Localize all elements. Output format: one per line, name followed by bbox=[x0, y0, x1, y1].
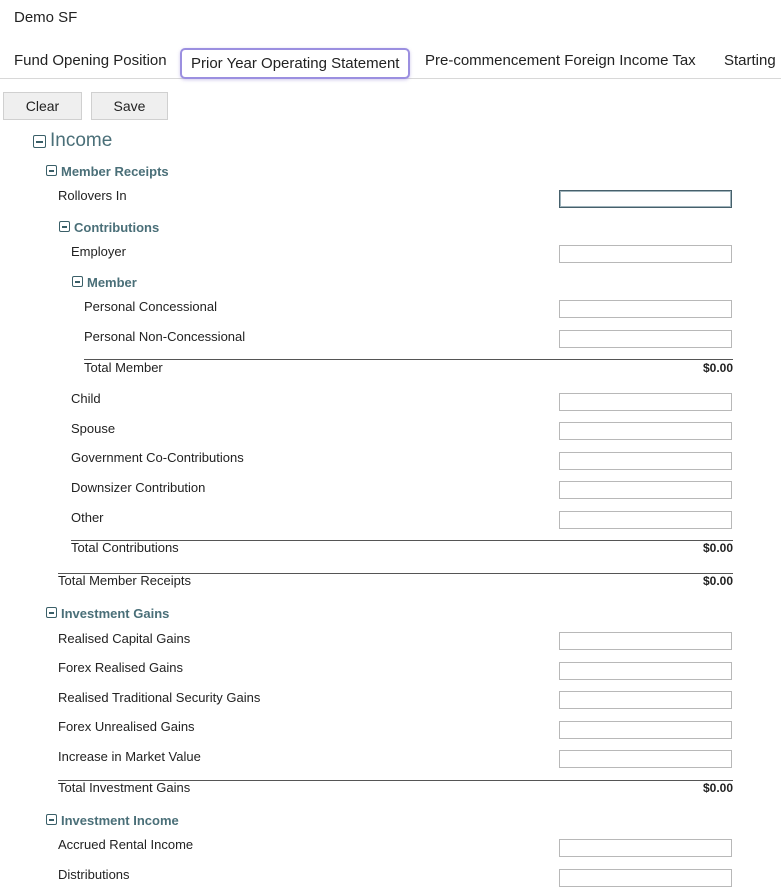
clear-button[interactable]: Clear bbox=[3, 92, 82, 120]
other-input[interactable] bbox=[559, 511, 732, 529]
accrued-rental-income-input[interactable] bbox=[559, 839, 732, 857]
realised-capital-gains-label: Realised Capital Gains bbox=[58, 631, 191, 646]
personal-non-concessional-input[interactable] bbox=[559, 330, 732, 348]
accrued-rental-income-label: Accrued Rental Income bbox=[58, 837, 194, 852]
total-member-divider bbox=[84, 359, 733, 360]
distributions-label: Distributions bbox=[58, 867, 130, 882]
tab-prior-year-operating-statement[interactable]: Prior Year Operating Statement bbox=[180, 48, 411, 79]
child-input[interactable] bbox=[559, 393, 732, 411]
rollovers-in-label: Rollovers In bbox=[58, 188, 127, 203]
total-member-label: Total Member bbox=[84, 360, 163, 375]
total-contributions-label: Total Contributions bbox=[71, 540, 179, 555]
tab-pre-commencement-foreign-income-tax[interactable]: Pre-commencement Foreign Income Tax bbox=[425, 46, 696, 76]
total-investment-gains-label: Total Investment Gains bbox=[58, 780, 191, 795]
collapse-contributions-icon[interactable] bbox=[59, 221, 70, 232]
collapse-income-icon[interactable] bbox=[33, 135, 46, 148]
spouse-label: Spouse bbox=[71, 421, 116, 436]
personal-concessional-label: Personal Concessional bbox=[84, 299, 217, 314]
government-co-contributions-label: Government Co-Contributions bbox=[71, 450, 244, 465]
total-member-receipts-value: $0.00 bbox=[702, 574, 733, 588]
save-button[interactable]: Save bbox=[91, 92, 168, 120]
government-co-contributions-input[interactable] bbox=[559, 452, 732, 470]
distributions-input[interactable] bbox=[559, 869, 732, 887]
collapse-investment-gains-icon[interactable] bbox=[46, 607, 57, 618]
total-investment-gains-value: $0.00 bbox=[702, 781, 733, 795]
forex-realised-gains-input[interactable] bbox=[559, 662, 732, 680]
collapse-investment-income-icon[interactable] bbox=[46, 814, 57, 825]
total-contributions-value: $0.00 bbox=[702, 541, 733, 555]
section-investment-income-title: Investment Income bbox=[61, 813, 179, 828]
forex-unrealised-gains-input[interactable] bbox=[559, 721, 732, 739]
forex-unrealised-gains-label: Forex Unrealised Gains bbox=[58, 719, 195, 734]
realised-traditional-security-gains-label: Realised Traditional Security Gains bbox=[58, 690, 261, 705]
employer-input[interactable] bbox=[559, 245, 732, 263]
personal-concessional-input[interactable] bbox=[559, 300, 732, 318]
increase-in-market-value-label: Increase in Market Value bbox=[58, 749, 201, 764]
tab-starting[interactable]: Starting bbox=[724, 46, 776, 76]
total-member-value: $0.00 bbox=[702, 361, 733, 375]
total-member-receipts-label: Total Member Receipts bbox=[58, 573, 191, 588]
child-label: Child bbox=[71, 391, 101, 406]
employer-label: Employer bbox=[71, 244, 126, 259]
personal-non-concessional-label: Personal Non-Concessional bbox=[84, 329, 246, 344]
section-contributions-title: Contributions bbox=[74, 220, 160, 235]
section-investment-gains-title: Investment Gains bbox=[61, 606, 170, 621]
downsizer-contribution-input[interactable] bbox=[559, 481, 732, 499]
realised-capital-gains-input[interactable] bbox=[559, 632, 732, 650]
section-member-receipts-title: Member Receipts bbox=[61, 164, 169, 179]
tab-bar: Fund Opening Position Prior Year Operati… bbox=[0, 46, 781, 79]
forex-realised-gains-label: Forex Realised Gains bbox=[58, 660, 183, 675]
realised-traditional-security-gains-input[interactable] bbox=[559, 691, 732, 709]
section-income-title: Income bbox=[50, 130, 113, 151]
spouse-input[interactable] bbox=[559, 422, 732, 440]
tab-fund-opening-position[interactable]: Fund Opening Position bbox=[14, 46, 167, 76]
increase-in-market-value-input[interactable] bbox=[559, 750, 732, 768]
downsizer-contribution-label: Downsizer Contribution bbox=[71, 480, 206, 495]
section-member-title: Member bbox=[87, 275, 137, 290]
rollovers-in-input[interactable] bbox=[559, 190, 732, 208]
collapse-member-icon[interactable] bbox=[72, 276, 83, 287]
page-title: Demo SF bbox=[14, 9, 78, 26]
collapse-member-receipts-icon[interactable] bbox=[46, 165, 57, 176]
other-label: Other bbox=[71, 510, 104, 525]
